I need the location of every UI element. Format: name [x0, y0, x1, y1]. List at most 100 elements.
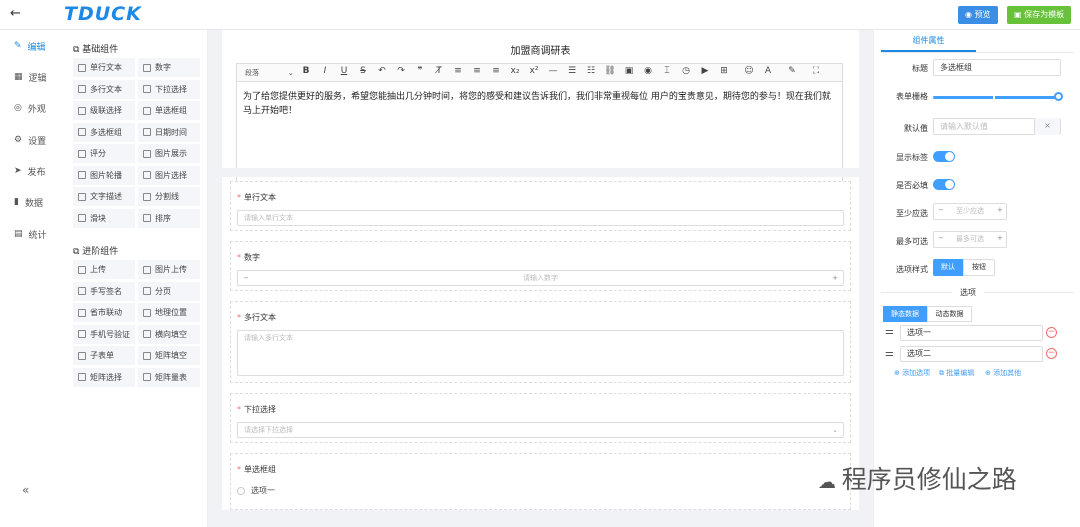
option-input[interactable]: 选项二 [900, 346, 1043, 362]
palette-item[interactable]: 文字描述 [73, 187, 135, 206]
palette-item[interactable]: 滑块 [73, 208, 135, 228]
palette-item[interactable]: 省市联动 [73, 303, 135, 322]
required-switch[interactable] [933, 179, 955, 190]
max-select-stepper[interactable]: − 最多可选 + [933, 231, 1007, 248]
palette-item[interactable]: 矩阵填空 [138, 346, 200, 365]
palette-item[interactable]: 多选框组 [73, 122, 135, 142]
form-title[interactable]: 加盟商调研表 [222, 42, 859, 57]
increment-button[interactable]: + [832, 271, 838, 285]
page-break-icon[interactable]: ⌶ [660, 66, 674, 76]
palette-item[interactable]: 评分 [73, 144, 135, 163]
palette-item[interactable]: 日期时间 [138, 122, 200, 142]
quote-icon[interactable]: ❞ [413, 66, 427, 76]
batch-edit-link[interactable]: ⧉ 批量编辑 [939, 368, 974, 378]
bullet-list-icon[interactable]: ☰ [565, 66, 579, 76]
clear-icon[interactable]: × [1034, 118, 1060, 135]
undo-icon[interactable]: ↶ [375, 66, 389, 76]
palette-item[interactable]: 地理位置 [138, 303, 200, 322]
palette-item[interactable]: 下拉选择 [138, 79, 200, 99]
preview-button[interactable]: ◉ 预览 [958, 6, 998, 24]
nav-logic[interactable]: ▦ 逻辑 [14, 69, 47, 85]
emoji-icon[interactable]: ☺ [742, 66, 756, 76]
decrement-button[interactable]: − [243, 271, 249, 285]
bold-icon[interactable]: B [299, 66, 313, 76]
tab-dynamic-data[interactable]: 动态数据 [927, 306, 972, 322]
tab-component-properties[interactable]: 组件属性 [881, 30, 976, 52]
align-left-icon[interactable]: ≡ [451, 66, 465, 76]
slider-handle[interactable] [1054, 92, 1063, 101]
palette-item[interactable]: 横向填空 [138, 324, 200, 344]
strikethrough-icon[interactable]: S [356, 66, 370, 76]
palette-item[interactable]: 图片展示 [138, 144, 200, 163]
field-radio-group[interactable]: * 单选框组 选项一 [230, 453, 851, 510]
palette-item[interactable]: 手机号验证 [73, 324, 135, 344]
field-number[interactable]: * 数字 − 请输入数字 + [230, 241, 851, 291]
back-arrow-icon[interactable]: ← [10, 6, 21, 21]
align-right-icon[interactable]: ≡ [489, 66, 503, 76]
palette-item[interactable]: 排序 [138, 208, 200, 228]
field-multi-line[interactable]: * 多行文本 请输入多行文本 [230, 301, 851, 383]
font-color-icon[interactable]: A [761, 66, 775, 76]
style-button-button[interactable]: 按钮 [963, 259, 995, 276]
dropdown-select[interactable]: 请选择下拉选择 ⌄ [237, 422, 844, 438]
highlight-icon[interactable]: ✎ [785, 66, 799, 76]
show-label-switch[interactable] [933, 151, 955, 162]
help-icon[interactable]: ? [921, 123, 925, 131]
nav-data[interactable]: ▮ 数据 [14, 194, 43, 210]
redo-icon[interactable]: ↷ [394, 66, 408, 76]
add-option-link[interactable]: ⊕ 添加选项 [894, 368, 930, 378]
intro-text[interactable]: 为了给您提供更好的服务，希望您能抽出几分钟时间，将您的感受和建议告诉我们，我们非… [243, 90, 838, 118]
remove-option-icon[interactable]: − [1046, 348, 1057, 359]
italic-icon[interactable]: I [318, 66, 332, 76]
table-icon[interactable]: ⊞ [717, 66, 731, 76]
clock-icon[interactable]: ◷ [679, 66, 693, 76]
palette-item[interactable]: 级联选择 [73, 101, 135, 120]
preview-eye-icon[interactable]: ◉ [641, 66, 655, 76]
palette-item[interactable]: 数字 [138, 58, 200, 77]
remove-option-icon[interactable]: − [1046, 327, 1057, 338]
drag-handle-icon[interactable]: ⚌ [885, 326, 894, 337]
palette-item[interactable]: 图片选择 [138, 165, 200, 185]
palette-item[interactable]: 分页 [138, 281, 200, 301]
horizontal-rule-icon[interactable]: — [546, 66, 560, 76]
style-default-button[interactable]: 默认 [933, 259, 963, 276]
field-dropdown[interactable]: * 下拉选择 请选择下拉选择 ⌄ [230, 393, 851, 443]
add-other-link[interactable]: ⊕ 添加其他 [985, 368, 1021, 378]
palette-item[interactable]: 子表单 [73, 346, 135, 365]
subscript-icon[interactable]: x₂ [508, 66, 522, 76]
drag-handle-icon[interactable]: ⚌ [885, 348, 894, 359]
underline-icon[interactable]: U [337, 66, 351, 76]
palette-item[interactable]: 单行文本 [73, 58, 135, 77]
clear-format-icon[interactable]: T̸ [432, 66, 446, 76]
fullscreen-icon[interactable]: ⛶ [809, 66, 823, 76]
nav-stats[interactable]: ▤ 统计 [14, 226, 47, 242]
palette-item[interactable]: 矩阵量表 [138, 367, 200, 387]
field-single-line[interactable]: * 单行文本 请输入单行文本 [230, 181, 851, 231]
default-value-input[interactable]: 请输入默认值 × [933, 118, 1061, 135]
palette-item[interactable]: 上传 [73, 260, 135, 279]
multi-line-textarea[interactable]: 请输入多行文本 [237, 330, 844, 376]
video-icon[interactable]: ▶ [698, 66, 712, 76]
number-input[interactable]: − 请输入数字 + [237, 270, 844, 286]
palette-item[interactable]: 多行文本 [73, 79, 135, 99]
help-icon[interactable]: ? [921, 208, 925, 216]
palette-item[interactable]: 分割线 [138, 187, 200, 206]
palette-item[interactable]: 图片上传 [138, 260, 200, 279]
option-input[interactable]: 选项一 [900, 325, 1043, 341]
rich-text-editor[interactable]: 段落 ⌄ B I U S ↶ ↷ ❞ T̸ ≡ ≡ ≡ x₂ x² — ☰ ☷ … [236, 63, 843, 183]
title-input[interactable]: 多选框组 [933, 59, 1061, 76]
radio-circle[interactable] [237, 486, 245, 495]
grid-slider[interactable] [933, 92, 1063, 101]
radio-option[interactable]: 选项一 [237, 485, 275, 496]
nav-publish[interactable]: ➤ 发布 [14, 163, 46, 179]
link-icon[interactable]: ⛓ [603, 66, 617, 76]
paragraph-select[interactable]: 段落 ⌄ [245, 68, 294, 78]
double-chevron-left-icon[interactable]: « [22, 483, 29, 497]
save-template-button[interactable]: ▣ 保存为模板 [1007, 6, 1072, 24]
palette-item[interactable]: 矩阵选择 [73, 367, 135, 387]
palette-item[interactable]: 图片轮播 [73, 165, 135, 185]
image-icon[interactable]: ▣ [622, 66, 636, 76]
palette-item[interactable]: 单选框组 [138, 101, 200, 120]
min-select-stepper[interactable]: − 至少应选 + [933, 203, 1007, 220]
nav-edit[interactable]: ✎ 编辑 [14, 38, 46, 54]
